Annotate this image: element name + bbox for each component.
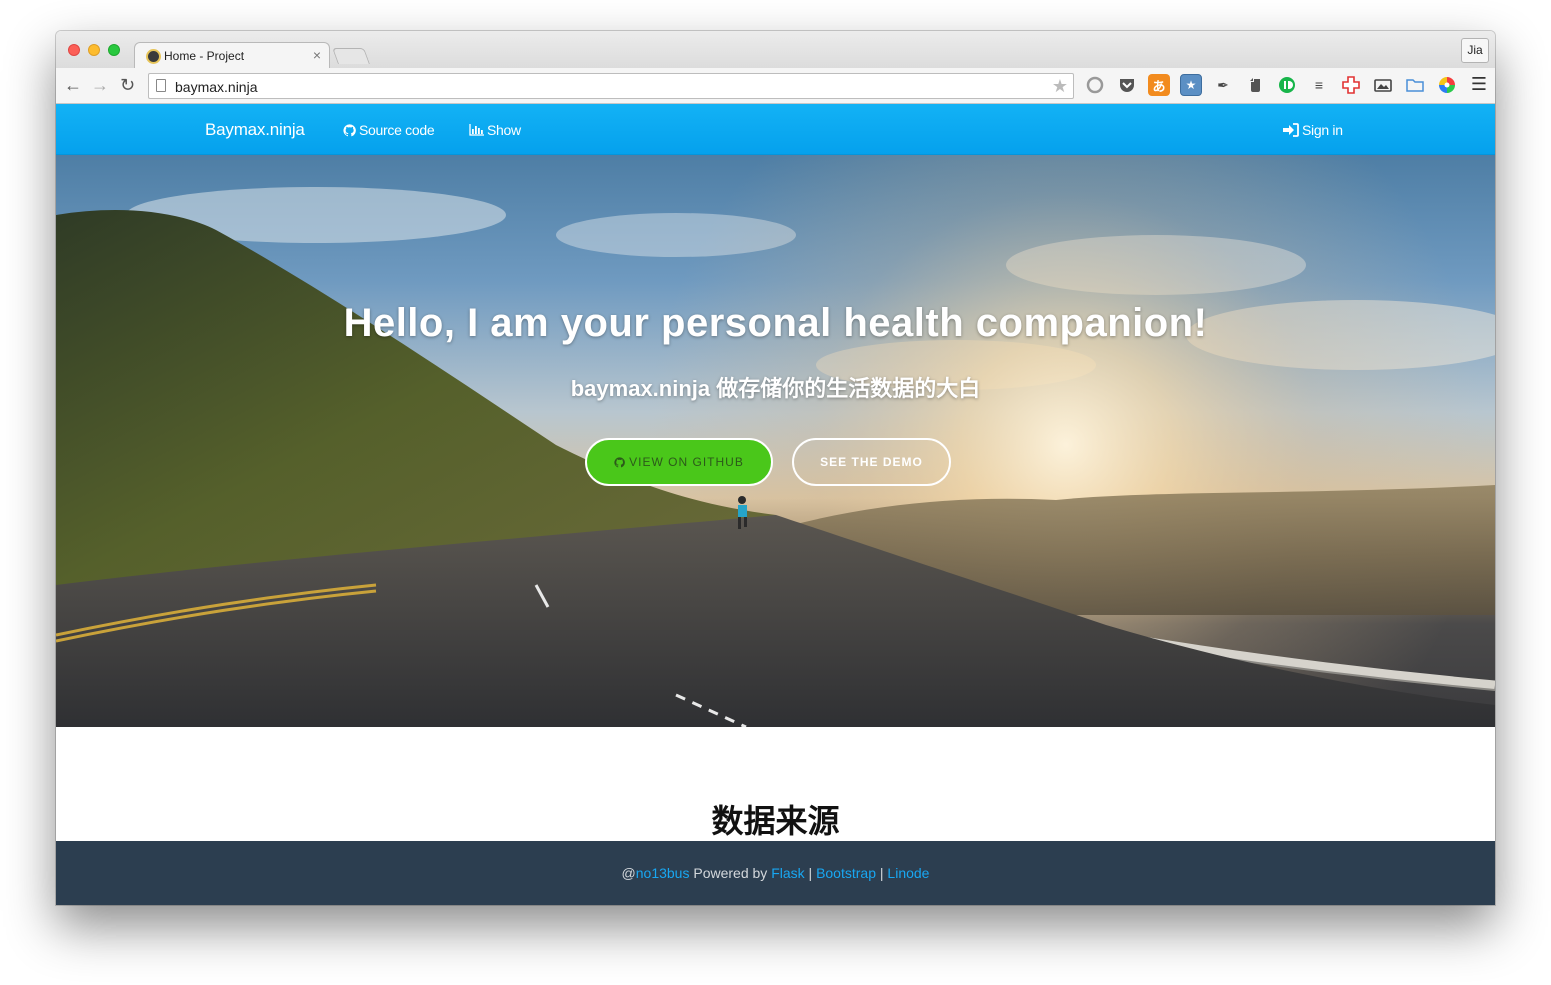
minimize-window-button[interactable] [88,44,100,56]
circle-icon[interactable] [1084,74,1106,96]
back-arrow-icon[interactable]: ← [64,75,82,96]
forward-arrow-icon[interactable]: → [91,75,109,96]
zoom-window-button[interactable] [108,44,120,56]
source-code-link[interactable]: Source code [343,122,435,138]
medical-cross-icon[interactable] [1340,74,1362,96]
bar-chart-icon [469,124,484,136]
color-wheel-icon[interactable] [1436,74,1458,96]
see-the-demo-button[interactable]: SEE THE DEMO [792,438,951,486]
github-icon [343,123,356,136]
hamburger-menu-icon[interactable]: ☰ [1471,74,1487,95]
sign-in-icon [1283,123,1299,137]
bookmark-star-icon[interactable]: ★ [1180,74,1202,96]
hero-section: Hello, I am your personal health compani… [56,155,1495,727]
folder-icon[interactable] [1404,74,1426,96]
github-icon [614,456,626,467]
pocket-icon[interactable] [1116,74,1138,96]
view-on-github-button[interactable]: VIEW ON GITHUB [585,438,773,486]
footer-linode-link[interactable]: Linode [887,865,929,881]
footer-user-link[interactable]: no13bus [636,865,690,881]
footer-bootstrap-link[interactable]: Bootstrap [816,865,876,881]
bookmark-star-icon[interactable]: ★ [1052,76,1068,97]
ninja-favicon-icon [146,49,161,64]
new-tab-button[interactable] [332,48,370,64]
github-button-label: VIEW ON GITHUB [629,455,744,469]
data-source-heading: 数据来源 [711,803,840,839]
brand-link[interactable]: Baymax.ninja [205,120,305,140]
demo-button-label: SEE THE DEMO [820,455,923,469]
browser-toolbar: ← → ↻ baymax.ninja ★ あ ★ ✒ ≡ ☰ [56,68,1495,104]
site-footer: @no13bus Powered by Flask | Bootstrap | … [56,841,1495,905]
tab-title: Home - Project [164,49,245,63]
hero-title: Hello, I am your personal health compani… [343,301,1208,345]
hero-subtitle: baymax.ninja 做存储你的生活数据的大白 [570,376,981,401]
footer-separator: | [804,865,817,881]
filter-icon[interactable]: ≡ [1308,74,1330,96]
tab-close-icon[interactable]: × [313,47,321,63]
hero-background-image [56,155,1495,727]
tab-strip: Home - Project × Jia [56,31,1495,69]
address-url[interactable]: baymax.ninja [175,79,258,95]
source-code-label: Source code [359,122,435,138]
evernote-icon[interactable] [1244,74,1266,96]
sign-in-label: Sign in [1302,122,1343,138]
footer-separator: | [876,865,888,881]
footer-powered-by: Powered by [689,865,772,881]
address-bar[interactable]: baymax.ninja ★ [148,73,1074,99]
close-window-button[interactable] [68,44,80,56]
translate-icon[interactable]: あ [1148,74,1170,96]
screenshot-icon[interactable] [1372,74,1394,96]
pen-icon[interactable]: ✒ [1212,74,1234,96]
profile-button[interactable]: Jia [1461,38,1489,63]
extension-icons: あ ★ ✒ ≡ [1084,74,1468,96]
show-link[interactable]: Show [469,122,521,138]
show-label: Show [487,122,521,138]
footer-at: @ [621,865,636,881]
page-icon [156,79,166,92]
pushbullet-icon[interactable] [1276,74,1298,96]
web-page: Baymax.ninja Source code Show Sign in He… [56,104,1495,905]
footer-flask-link[interactable]: Flask [771,865,804,881]
tab-home-project[interactable]: Home - Project × [134,42,330,69]
browser-window: Home - Project × Jia ← → ↻ baymax.ninja … [56,31,1495,905]
sign-in-link[interactable]: Sign in [1283,122,1343,138]
reload-icon[interactable]: ↻ [120,75,135,96]
site-navbar: Baymax.ninja Source code Show Sign in [56,104,1495,155]
